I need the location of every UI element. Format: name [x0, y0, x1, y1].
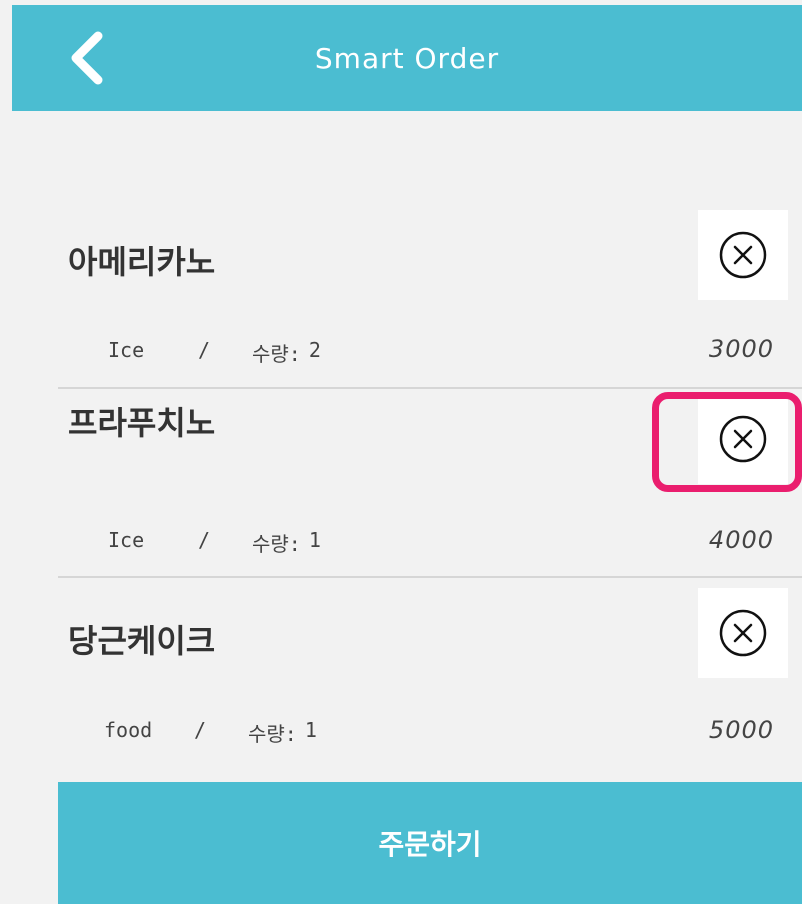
item-type: Ice: [108, 338, 145, 362]
close-circle-icon: [719, 415, 767, 463]
order-button[interactable]: 주문하기: [58, 782, 802, 904]
item-quantity: 2: [308, 338, 321, 362]
divider: [58, 576, 802, 578]
page-title: Smart Order: [314, 41, 500, 75]
divider: [58, 387, 802, 389]
item-meta: food / 수량: 1: [104, 718, 317, 747]
item-name: 프라푸치노: [68, 404, 216, 442]
quantity-label: 수량:: [252, 342, 301, 366]
remove-item-button[interactable]: [698, 588, 788, 678]
item-meta: Ice / 수량: 1: [108, 528, 321, 557]
item-separator: /: [194, 718, 207, 742]
item-type: food: [104, 718, 153, 742]
item-meta: Ice / 수량: 2: [108, 338, 321, 367]
item-type: Ice: [108, 528, 145, 552]
close-circle-icon: [719, 609, 767, 657]
remove-item-button[interactable]: [698, 394, 788, 484]
quantity-label: 수량:: [248, 722, 297, 746]
close-circle-icon: [719, 231, 767, 279]
item-separator: /: [198, 528, 211, 552]
remove-item-button[interactable]: [698, 210, 788, 300]
quantity-label: 수량:: [252, 532, 301, 556]
item-name: 당근케이크: [68, 622, 216, 660]
item-price: 3000: [708, 335, 774, 363]
item-price: 4000: [708, 526, 774, 554]
item-quantity: 1: [308, 528, 321, 552]
item-price: 5000: [708, 716, 774, 744]
app-header: Smart Order: [12, 5, 802, 111]
order-screen: Smart Order 아메리카노 Ice / 수량: 2 3000 프라푸치노…: [0, 0, 802, 904]
item-quantity: 1: [304, 718, 317, 742]
item-name: 아메리카노: [68, 243, 216, 281]
item-separator: /: [198, 338, 211, 362]
